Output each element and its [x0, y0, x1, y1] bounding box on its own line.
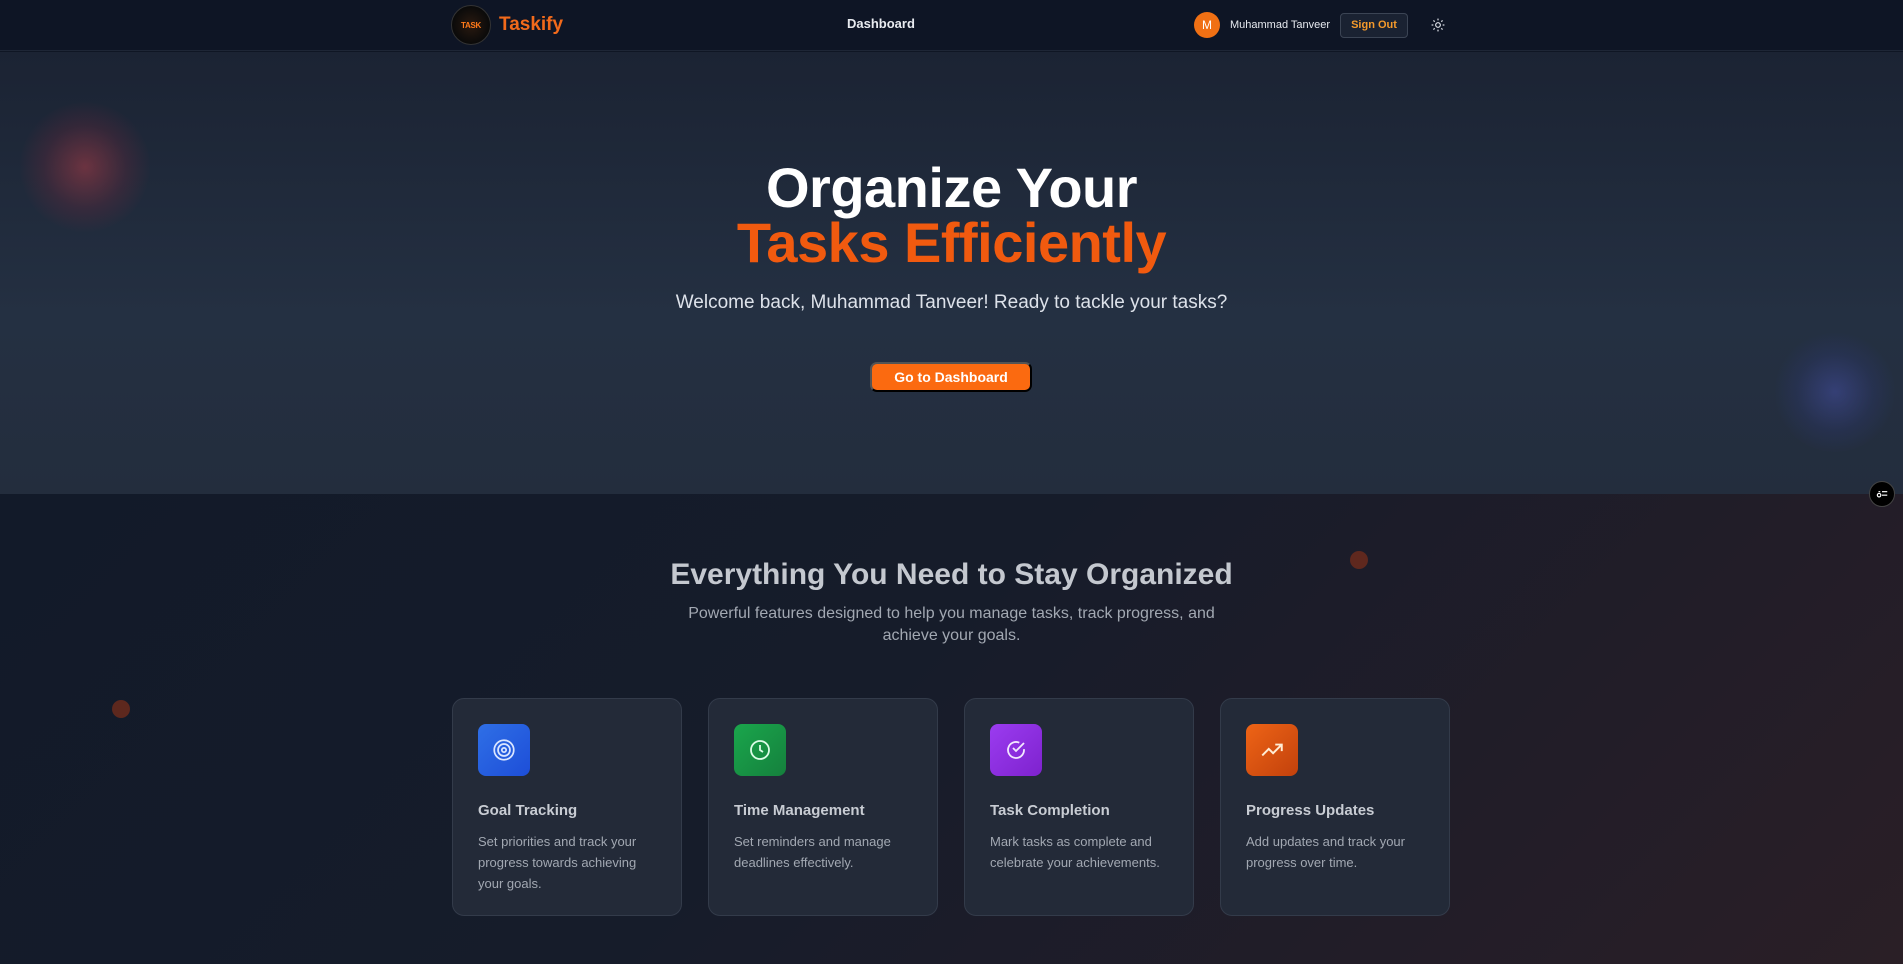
card-description: Set reminders and manage deadlines effec…: [734, 834, 891, 870]
navbar: TASK Taskify Dashboard M Muhammad Tanvee…: [0, 0, 1903, 51]
nav-link-dashboard[interactable]: Dashboard: [847, 16, 915, 31]
feature-card-progress-updates: Progress Updates Add updates and track y…: [1220, 698, 1450, 916]
clock-icon: [734, 724, 786, 776]
feature-card-goal-tracking: Goal Tracking Set priorities and track y…: [452, 698, 682, 916]
feature-card-time-management: Time Management Set reminders and manage…: [708, 698, 938, 916]
hero-section: Organize Your Tasks Efficiently Welcome …: [0, 52, 1903, 494]
accessibility-widget-button[interactable]: [1869, 481, 1895, 507]
go-to-dashboard-button[interactable]: Go to Dashboard: [870, 362, 1032, 392]
features-title: Everything You Need to Stay Organized: [670, 558, 1233, 591]
card-description: Mark tasks as complete and celebrate you…: [990, 834, 1160, 870]
card-title: Progress Updates: [1246, 802, 1375, 819]
sun-icon[interactable]: [1430, 17, 1446, 33]
feature-card-task-completion: Task Completion Mark tasks as complete a…: [964, 698, 1194, 916]
trending-up-icon: [1246, 724, 1298, 776]
features-subtitle-line2: achieve your goals.: [882, 627, 1021, 644]
features-subtitle: Powerful features designed to help you m…: [0, 603, 1903, 647]
target-icon: [478, 724, 530, 776]
card-title: Task Completion: [990, 802, 1110, 819]
decorative-dot: [112, 700, 130, 718]
card-description: Add updates and track your progress over…: [1246, 834, 1405, 870]
card-title: Time Management: [734, 802, 865, 819]
brand-logo-link[interactable]: TASK Taskify: [451, 5, 563, 45]
features-subtitle-line1: Powerful features designed to help you m…: [688, 605, 1215, 622]
hero-title-line2: Tasks Efficiently: [736, 211, 1167, 274]
sign-out-button[interactable]: Sign Out: [1340, 12, 1408, 38]
decorative-blob-blue: [1775, 332, 1895, 452]
logo-icon: TASK: [451, 5, 491, 45]
avatar[interactable]: M: [1194, 12, 1220, 38]
features-section: Everything You Need to Stay Organized Po…: [0, 494, 1903, 964]
hero-subtitle: Welcome back, Muhammad Tanveer! Ready to…: [675, 292, 1228, 313]
card-description: Set priorities and track your progress t…: [478, 834, 637, 891]
user-menu: M Muhammad Tanveer Sign Out: [1194, 12, 1446, 38]
card-title: Goal Tracking: [478, 802, 578, 819]
username: Muhammad Tanveer: [1230, 19, 1331, 31]
check-circle-icon: [990, 724, 1042, 776]
brand-name: Taskify: [499, 14, 564, 35]
logo-text: TASK: [461, 20, 481, 30]
